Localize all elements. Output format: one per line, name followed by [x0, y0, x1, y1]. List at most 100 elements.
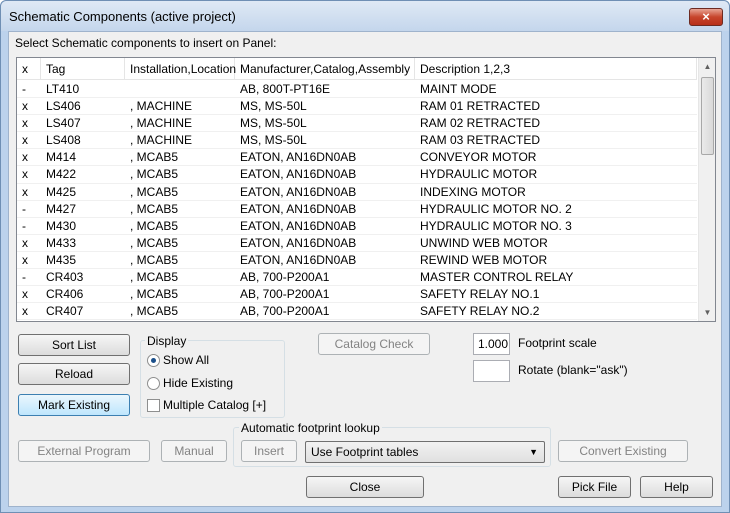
row-catalog: EATON, AN16DN0AB: [240, 167, 357, 182]
row-location: , MACHINE: [130, 116, 193, 131]
close-button[interactable]: Close: [306, 476, 424, 498]
row-catalog: AB, 700-P200A1: [240, 304, 330, 319]
table-row[interactable]: x M422 , MCAB5 EATON, AN16DN0AB HYDRAULIC MO…: [17, 166, 697, 184]
row-catalog: EATON, AN16DN0AB: [240, 218, 357, 233]
table-row[interactable]: x M433 , MCAB5 EATON, AN16DN0AB UNWIND WEB M…: [17, 235, 697, 252]
sort-list-button[interactable]: Sort List: [18, 334, 130, 356]
table-row[interactable]: x LS407 , MACHINE MS, MS-50L RAM 02 RETRACTE…: [17, 115, 697, 133]
column-header-tag[interactable]: Tag: [41, 58, 125, 80]
insert-button[interactable]: Insert: [241, 440, 297, 462]
footprint-lookup-label: Automatic footprint lookup: [239, 421, 382, 435]
column-header-manufacturer-catalog-assembly[interactable]: Manufacturer,Catalog,Assembly: [235, 58, 415, 80]
footprint-lookup-select[interactable]: Use Footprint tables ▼: [305, 441, 545, 463]
show-all-label[interactable]: Show All: [163, 353, 209, 367]
chevron-down-icon: ▼: [529, 447, 538, 457]
row-location: , MCAB5: [130, 287, 179, 302]
row-description: HYDRAULIC MOTOR NO. 3: [420, 218, 572, 233]
components-list[interactable]: x Tag Installation,Location Manufacturer…: [16, 57, 716, 322]
vertical-scrollbar[interactable]: ▲ ▼: [698, 58, 715, 321]
radio-selected-dot: [151, 358, 156, 363]
row-tag: CR407: [46, 304, 84, 319]
list-header: x Tag Installation,Location Manufacturer…: [17, 58, 697, 80]
row-tag: M435: [46, 252, 77, 267]
hide-existing-label[interactable]: Hide Existing: [163, 376, 233, 390]
row-tag: LS407: [46, 116, 81, 131]
row-mark: x: [22, 184, 28, 199]
multiple-catalog-checkbox[interactable]: [147, 399, 160, 412]
row-description: UNWIND WEB MOTOR: [420, 235, 548, 250]
show-all-radio[interactable]: [147, 354, 160, 367]
row-tag: M425: [46, 184, 77, 199]
column-header-description[interactable]: Description 1,2,3: [415, 58, 697, 80]
row-description: REWIND WEB MOTOR: [420, 252, 548, 267]
table-row[interactable]: x LS406 , MACHINE MS, MS-50L RAM 01 RETRACTE…: [17, 98, 697, 116]
row-catalog: EATON, AN16DN0AB: [240, 201, 357, 216]
row-mark: -: [22, 218, 26, 233]
table-row[interactable]: - M430 , MCAB5 EATON, AN16DN0AB HYDRAULIC MO…: [17, 218, 697, 235]
row-location: , MCAB5: [130, 304, 179, 319]
multiple-catalog-label[interactable]: Multiple Catalog [+]: [163, 398, 266, 412]
row-description: RAM 03 RETRACTED: [420, 133, 541, 148]
table-row[interactable]: - LT410 AB, 800T-PT16E MAINT MODE: [17, 81, 697, 99]
row-description: MAINT MODE: [420, 82, 497, 96]
table-row[interactable]: x LS408 , MACHINE MS, MS-50L RAM 03 RETRACTE…: [17, 132, 697, 150]
row-mark: x: [22, 287, 28, 302]
footprint-scale-label: Footprint scale: [518, 336, 597, 350]
table-row[interactable]: x M425 , MCAB5 EATON, AN16DN0AB INDEXING MOT…: [17, 184, 697, 201]
display-group-label: Display: [145, 334, 189, 348]
table-row[interactable]: x CR407 , MCAB5 AB, 700-P200A1 SAFETY RELAY …: [17, 303, 697, 321]
column-header-installation-location[interactable]: Installation,Location: [125, 58, 236, 80]
catalog-check-button[interactable]: Catalog Check: [318, 333, 430, 355]
row-tag: LT410: [46, 82, 80, 96]
row-tag: LS406: [46, 99, 81, 114]
table-row[interactable]: - CR403 , MCAB5 AB, 700-P200A1 MASTER CONTRO…: [17, 269, 697, 287]
table-row[interactable]: x CR406 , MCAB5 AB, 700-P200A1 SAFETY RELAY …: [17, 286, 697, 304]
scroll-up-icon[interactable]: ▲: [699, 58, 715, 75]
row-description: MASTER CONTROL RELAY: [420, 270, 574, 285]
help-button[interactable]: Help: [640, 476, 713, 498]
dialog-client-area: Select Schematic components to insert on…: [8, 31, 722, 507]
column-header-x[interactable]: x: [17, 58, 41, 80]
scroll-thumb[interactable]: [701, 77, 714, 155]
row-tag: LS408: [46, 133, 81, 148]
row-catalog: MS, MS-50L: [240, 116, 307, 131]
row-location: , MCAB5: [130, 201, 179, 216]
row-description: CONVEYOR MOTOR: [420, 150, 537, 165]
rotate-label: Rotate (blank="ask"): [518, 363, 628, 377]
row-mark: x: [22, 133, 28, 148]
row-catalog: EATON, AN16DN0AB: [240, 150, 357, 165]
close-window-button[interactable]: ×: [689, 8, 723, 26]
row-tag: M433: [46, 235, 77, 250]
row-mark: x: [22, 235, 28, 250]
footprint-scale-field[interactable]: 1.000: [473, 333, 510, 355]
row-mark: -: [22, 270, 26, 285]
table-row[interactable]: x M435 , MCAB5 EATON, AN16DN0AB REWIND WEB M…: [17, 252, 697, 270]
table-row[interactable]: - M427 , MCAB5 EATON, AN16DN0AB HYDRAULIC MO…: [17, 201, 697, 218]
convert-existing-button[interactable]: Convert Existing: [558, 440, 688, 462]
scroll-down-icon[interactable]: ▼: [699, 304, 715, 321]
rotate-field[interactable]: [473, 360, 510, 382]
row-mark: x: [22, 116, 28, 131]
row-catalog: EATON, AN16DN0AB: [240, 235, 357, 250]
row-description: SAFETY RELAY NO.2: [420, 304, 540, 319]
row-mark: x: [22, 167, 28, 182]
row-description: HYDRAULIC MOTOR NO. 2: [420, 201, 572, 216]
table-row[interactable]: x M414 , MCAB5 EATON, AN16DN0AB CONVEYOR MOT…: [17, 149, 697, 167]
row-description: INDEXING MOTOR: [420, 184, 526, 199]
manual-button[interactable]: Manual: [161, 440, 227, 462]
row-tag: CR406: [46, 287, 84, 302]
row-mark: x: [22, 150, 28, 165]
mark-existing-button[interactable]: Mark Existing: [18, 394, 130, 416]
row-location: , MACHINE: [130, 99, 193, 114]
row-catalog: MS, MS-50L: [240, 133, 307, 148]
reload-button[interactable]: Reload: [18, 363, 130, 385]
row-description: SAFETY RELAY NO.1: [420, 287, 540, 302]
row-description: RAM 01 RETRACTED: [420, 99, 541, 114]
row-catalog: AB, 700-P200A1: [240, 270, 330, 285]
hide-existing-radio[interactable]: [147, 377, 160, 390]
row-location: , MCAB5: [130, 218, 179, 233]
external-program-button[interactable]: External Program: [18, 440, 150, 462]
row-tag: CR403: [46, 270, 84, 285]
pick-file-button[interactable]: Pick File: [558, 476, 631, 498]
row-catalog: AB, 800T-PT16E: [240, 82, 331, 96]
